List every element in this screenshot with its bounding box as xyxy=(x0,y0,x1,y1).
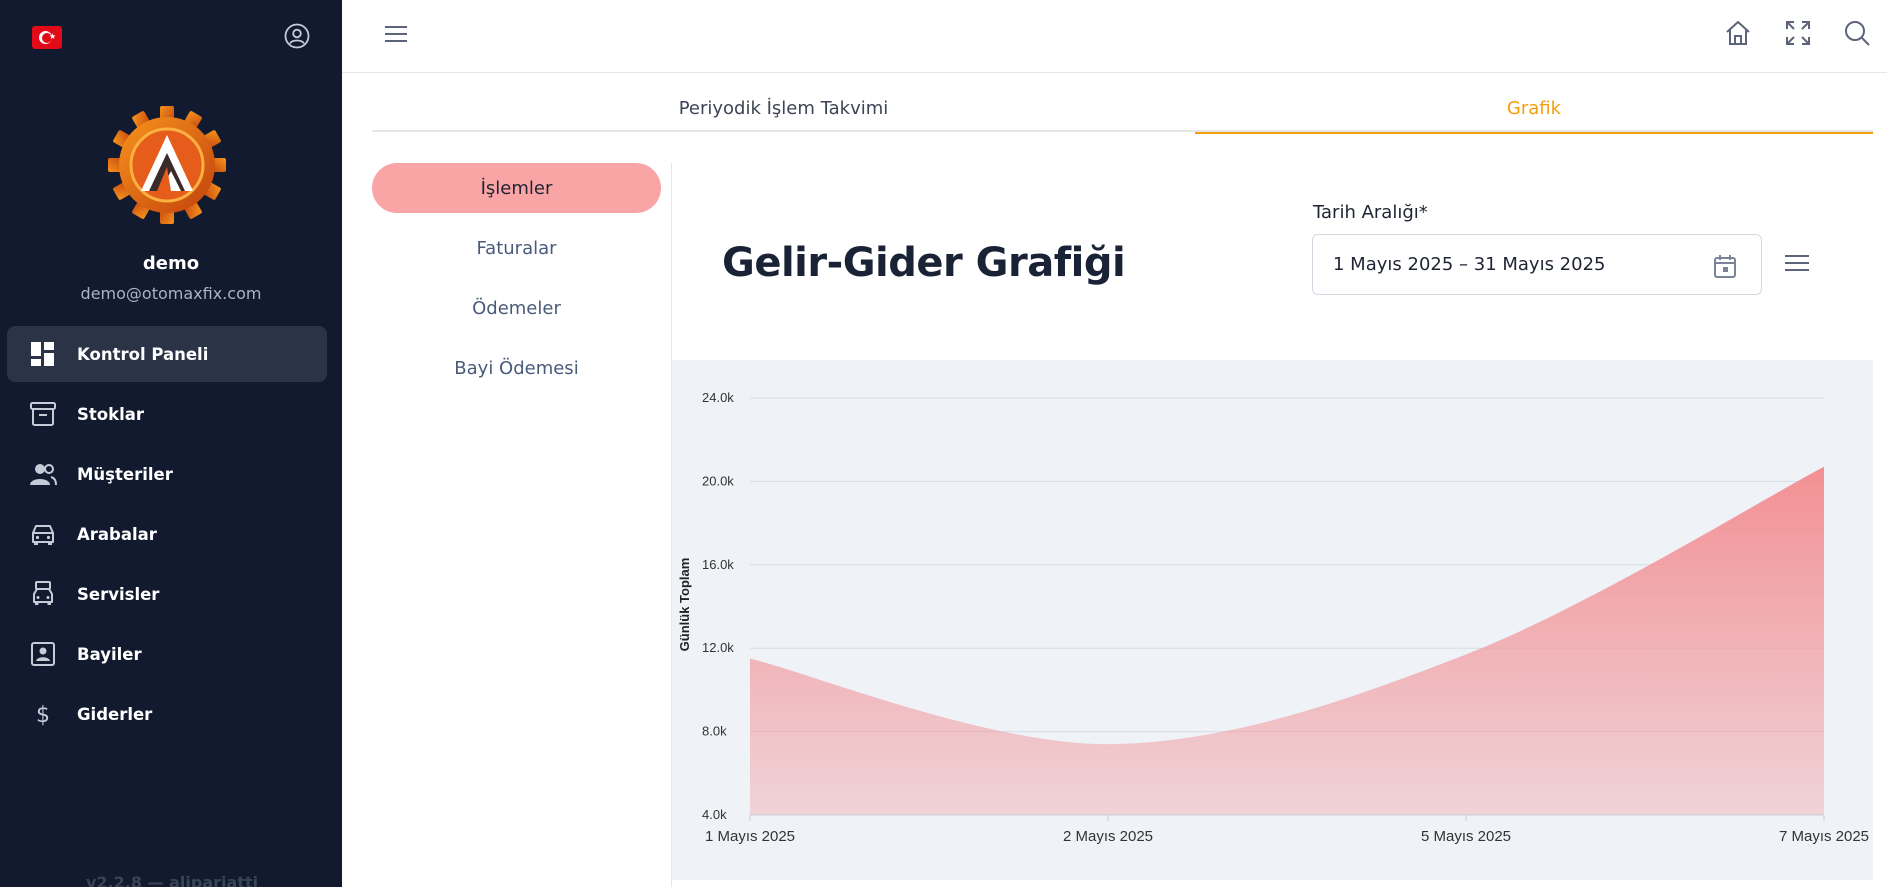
app-logo xyxy=(108,106,226,224)
y-axis-label: Günlük Toplam xyxy=(677,558,692,652)
calendar-icon[interactable] xyxy=(1711,252,1739,280)
chart-area: 4.0k 8.0k 12.0k 16.0k 20.0k 24.0k 1 Mayıs 2025… xyxy=(672,360,1873,880)
tab-bar: Periyodik İşlem Takvimi Grafik xyxy=(372,84,1873,134)
area-series-fill xyxy=(750,466,1824,815)
tab-grafik[interactable]: Grafik xyxy=(1195,84,1873,134)
top-bar xyxy=(342,0,1887,73)
fullscreen-icon[interactable] xyxy=(1783,18,1813,48)
home-icon[interactable] xyxy=(1723,18,1753,48)
app-root: ★ demo demo@otomaxfix.com Kontrol Paneli… xyxy=(0,0,1887,887)
y-tick-label: 20.0k xyxy=(702,473,734,488)
sidebar-item-kontrol-paneli[interactable]: Kontrol Paneli xyxy=(7,326,327,382)
x-tick-label: 7 Mayıs 2025 xyxy=(1779,828,1869,845)
sidebar-item-bayiler[interactable]: Bayiler xyxy=(7,626,327,682)
car-icon xyxy=(32,525,54,545)
sidebar-item-arabalar[interactable]: Arabalar xyxy=(7,506,327,562)
sidebar: ★ demo demo@otomaxfix.com Kontrol Paneli… xyxy=(0,0,342,887)
tab-periyodik-islem-takvimi[interactable]: Periyodik İşlem Takvimi xyxy=(372,84,1195,132)
area-chart: 4.0k 8.0k 12.0k 16.0k 20.0k 24.0k 1 Mayıs 2025… xyxy=(677,390,1869,845)
user-name: demo xyxy=(142,253,200,274)
sidebar-item-label: Müşteriler xyxy=(77,464,173,484)
sidebar-item-stoklar[interactable]: Stoklar xyxy=(7,386,327,442)
subnav-item-bayi-odemesi[interactable]: Bayi Ödemesi xyxy=(372,343,661,393)
x-tick-label: 2 Mayıs 2025 xyxy=(1063,828,1153,845)
turkish-flag-icon[interactable]: ★ xyxy=(32,26,62,49)
svg-text:$: $ xyxy=(36,703,50,728)
dashboard-icon xyxy=(31,342,54,366)
account-circle-icon[interactable] xyxy=(284,23,310,49)
service-car-icon xyxy=(33,581,53,605)
hamburger-menu-icon[interactable] xyxy=(382,20,410,48)
version-text: v2.2.8 — alipariatti xyxy=(86,873,259,887)
y-tick-label: 16.0k xyxy=(702,557,734,572)
y-tick-label: 24.0k xyxy=(702,390,734,405)
dealer-badge-icon xyxy=(31,642,55,666)
subnav-item-islemler[interactable]: İşlemler xyxy=(372,163,661,213)
sidebar-item-label: Arabalar xyxy=(77,524,157,544)
chart-category-nav: İşlemler Faturalar Ödemeler Bayi Ödemesi xyxy=(372,163,672,403)
subnav-item-faturalar[interactable]: Faturalar xyxy=(372,223,661,273)
date-range-value: 1 Mayıs 2025 – 31 Mayıs 2025 xyxy=(1333,254,1606,275)
search-icon[interactable] xyxy=(1842,18,1872,48)
archive-icon xyxy=(30,402,56,426)
y-tick-label: 12.0k xyxy=(702,640,734,655)
x-tick-label: 5 Mayıs 2025 xyxy=(1421,828,1511,845)
sidebar-item-label: Stoklar xyxy=(77,404,145,424)
user-email: demo@otomaxfix.com xyxy=(80,284,262,303)
sidebar-item-label: Bayiler xyxy=(77,644,142,664)
sidebar-item-musteriler[interactable]: Müşteriler xyxy=(7,446,327,502)
y-tick-label: 4.0k xyxy=(702,807,727,822)
x-tick-label: 1 Mayıs 2025 xyxy=(705,828,795,845)
people-icon xyxy=(30,464,57,486)
dollar-icon: $ xyxy=(36,703,50,728)
sidebar-item-label: Kontrol Paneli xyxy=(77,344,209,364)
date-range-label: Tarih Aralığı* xyxy=(1313,202,1428,223)
date-range-picker[interactable]: 1 Mayıs 2025 – 31 Mayıs 2025 xyxy=(1312,234,1762,295)
y-tick-label: 8.0k xyxy=(702,724,727,739)
sidebar-nav: Kontrol Paneli Stoklar Müşteriler Arabal… xyxy=(7,326,327,746)
sidebar-item-servisler[interactable]: Servisler xyxy=(7,566,327,622)
sidebar-item-label: Servisler xyxy=(77,584,160,604)
chart-title: Gelir-Gider Grafiği xyxy=(722,240,1126,286)
subnav-item-odemeler[interactable]: Ödemeler xyxy=(372,283,661,333)
sidebar-item-giderler[interactable]: $ Giderler xyxy=(7,686,327,742)
chart-menu-icon[interactable] xyxy=(1782,248,1812,278)
sidebar-item-label: Giderler xyxy=(77,704,153,724)
